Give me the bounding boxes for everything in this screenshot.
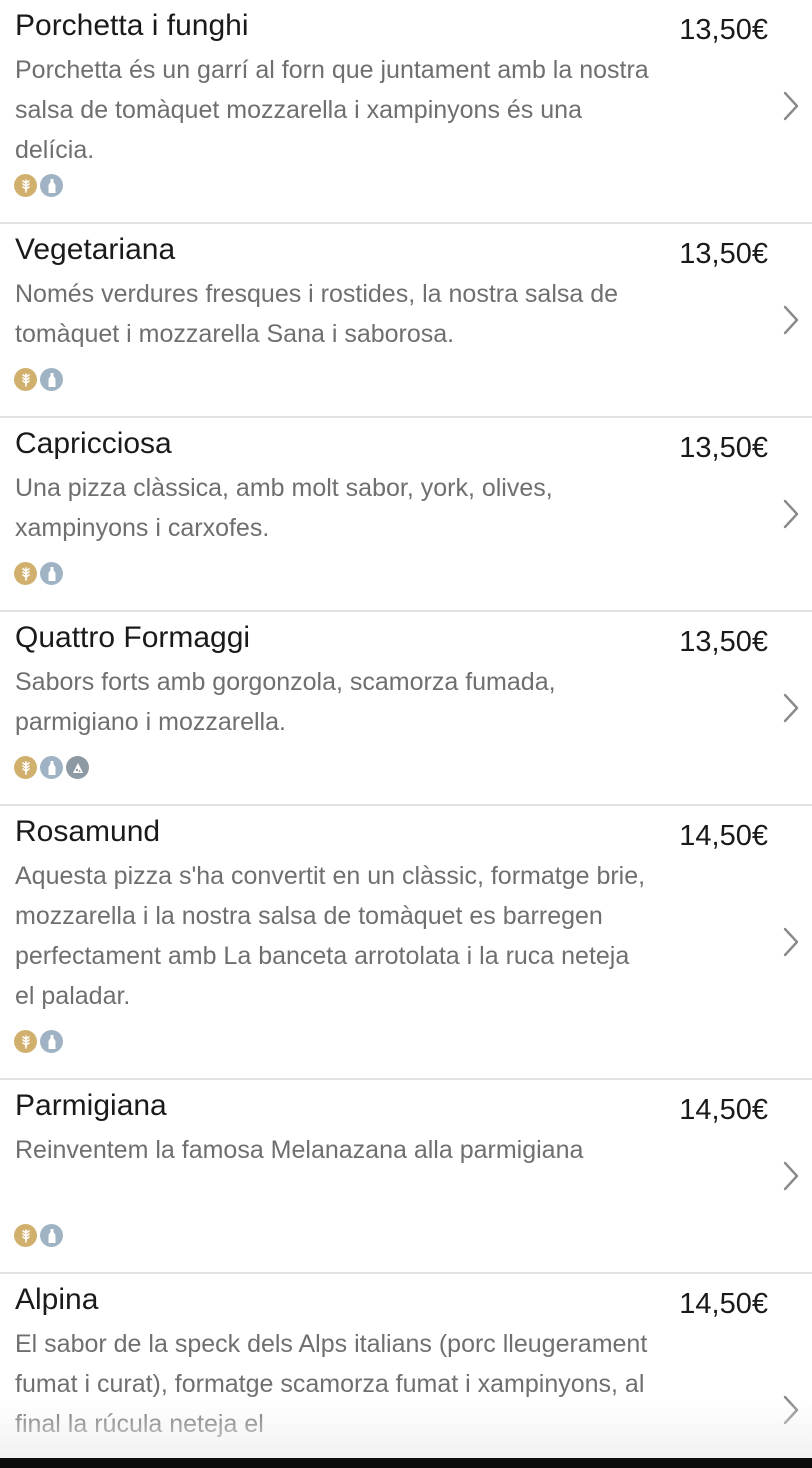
item-description: Aquesta pizza s'ha convertit en un clàss…	[15, 862, 646, 1010]
milk-icon	[40, 1224, 63, 1247]
gluten-icon	[14, 562, 37, 585]
chevron-right-icon[interactable]	[782, 692, 800, 724]
gluten-icon	[14, 368, 37, 391]
item-price: 14,50€	[679, 1288, 768, 1320]
allergen-list	[14, 562, 63, 585]
item-price: 14,50€	[679, 820, 768, 852]
menu-item-porchetta-i-funghi[interactable]: Porchetta i funghi 13,50€ Porchetta és u…	[0, 0, 812, 224]
milk-icon	[40, 368, 63, 391]
allergen-list	[14, 174, 63, 197]
item-price: 13,50€	[679, 238, 768, 270]
item-name: Capricciosa	[15, 427, 172, 460]
gluten-icon	[14, 1224, 37, 1247]
chevron-right-icon[interactable]	[782, 1394, 800, 1426]
chevron-right-icon[interactable]	[782, 1160, 800, 1192]
dairy-icon	[66, 756, 89, 779]
item-price: 13,50€	[679, 626, 768, 658]
item-price: 13,50€	[679, 14, 768, 46]
item-description: El sabor de la speck dels Alps italians …	[15, 1330, 648, 1438]
item-name: Parmigiana	[15, 1089, 167, 1122]
menu-list: Porchetta i funghi 13,50€ Porchetta és u…	[0, 0, 812, 1468]
menu-item-capricciosa[interactable]: Capricciosa 13,50€ Una pizza clàssica, a…	[0, 418, 812, 612]
item-name: Vegetariana	[15, 233, 176, 266]
milk-icon	[40, 174, 63, 197]
allergen-list	[14, 756, 89, 779]
chevron-right-icon[interactable]	[782, 90, 800, 122]
chevron-right-icon[interactable]	[782, 304, 800, 336]
item-price: 13,50€	[679, 432, 768, 464]
item-name: Porchetta i funghi	[15, 9, 249, 42]
allergen-list	[14, 1030, 63, 1053]
milk-icon	[40, 756, 63, 779]
item-name: Quattro Formaggi	[15, 621, 251, 654]
allergen-list	[14, 368, 63, 391]
item-description: Només verdures fresques i rostides, la n…	[15, 280, 619, 348]
item-description: Una pizza clàssica, amb molt sabor, york…	[15, 474, 553, 542]
item-description: Sabors forts amb gorgonzola, scamorza fu…	[15, 668, 556, 736]
milk-icon	[40, 1030, 63, 1053]
menu-item-parmigiana[interactable]: Parmigiana 14,50€ Reinventem la famosa M…	[0, 1080, 812, 1274]
menu-item-quattro-formaggi[interactable]: Quattro Formaggi 13,50€ Sabors forts amb…	[0, 612, 812, 806]
gluten-icon	[14, 1030, 37, 1053]
item-description: Porchetta és un garrí al forn que juntam…	[15, 56, 649, 164]
item-price: 14,50€	[679, 1094, 768, 1126]
item-name: Rosamund	[15, 815, 161, 848]
milk-icon	[40, 562, 63, 585]
item-description: Reinventem la famosa Melanazana alla par…	[15, 1136, 584, 1164]
item-name: Alpina	[15, 1283, 99, 1316]
menu-item-rosamund[interactable]: Rosamund 14,50€ Aquesta pizza s'ha conve…	[0, 806, 812, 1080]
allergen-list	[14, 1224, 63, 1247]
gluten-icon	[14, 756, 37, 779]
gluten-icon	[14, 174, 37, 197]
chevron-right-icon[interactable]	[782, 498, 800, 530]
bottom-edge-bar	[0, 1458, 812, 1468]
chevron-right-icon[interactable]	[782, 926, 800, 958]
menu-item-alpina[interactable]: Alpina 14,50€ El sabor de la speck dels …	[0, 1274, 812, 1468]
menu-item-vegetariana[interactable]: Vegetariana 13,50€ Només verdures fresqu…	[0, 224, 812, 418]
